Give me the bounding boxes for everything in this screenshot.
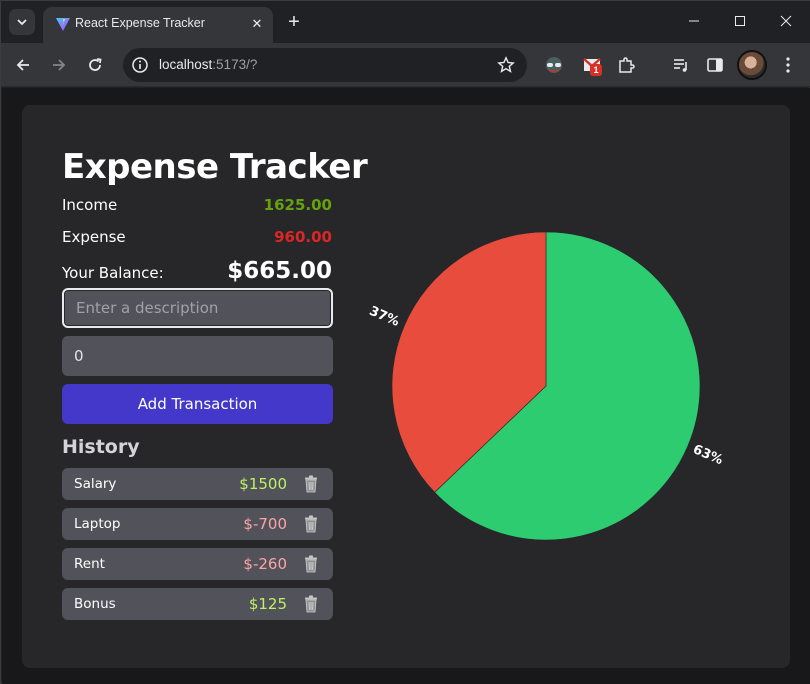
history-item-amount: $1500 [239,475,287,493]
trash-icon[interactable] [303,475,319,493]
description-placeholder: Enter a description [76,299,219,317]
trash-icon[interactable] [303,515,319,533]
address-bar[interactable]: localhost:5173/? [123,48,527,82]
minimize-icon [689,20,699,22]
forward-button[interactable] [47,53,71,77]
tab-search-button[interactable] [9,9,35,35]
history-item-description: Laptop [74,516,121,532]
history-item-amount: $-700 [243,515,287,533]
maximize-button[interactable] [717,1,763,41]
income-value: 1625.00 [263,196,332,214]
history-heading: History [62,436,140,458]
tab-strip: React Expense Tracker ✕ + [1,1,810,43]
page-viewport: Expense Tracker Income 1625.00 Expense 9… [2,88,810,684]
puzzle-icon [619,57,635,73]
amount-value: 0 [74,347,84,365]
tab-close-icon[interactable]: ✕ [247,14,267,34]
history-item: Bonus $125 [62,588,333,620]
browser-toolbar: localhost:5173/? 1 [1,43,810,87]
history-item-description: Bonus [74,596,116,612]
income-label: Income [62,196,118,214]
close-window-button[interactable] [763,1,809,41]
history-item-description: Salary [74,476,117,492]
history-item-description: Rent [74,556,105,572]
pie-label-income: 63% [691,442,726,468]
balance-label: Your Balance: [62,264,164,282]
back-button[interactable] [11,53,35,77]
more-vert-icon [786,57,790,73]
trash-icon[interactable] [303,595,319,613]
media-queue-icon [674,59,687,72]
url-text[interactable]: localhost:5173/? [159,57,257,72]
info-icon[interactable] [131,56,149,74]
expense-label: Expense [62,228,126,246]
notification-badge: 1 [590,64,602,76]
close-icon [780,15,792,27]
history-item-amount: $125 [248,595,287,613]
media-control-button[interactable] [669,53,693,77]
expense-value: 960.00 [274,228,332,246]
page-title: Expense Tracker [62,147,368,187]
tab-active[interactable]: React Expense Tracker ✕ [43,7,273,43]
spy-extension-icon [546,57,562,73]
history-item: Salary $1500 [62,468,333,500]
add-transaction-button[interactable]: Add Transaction [62,384,333,424]
maximize-icon [735,16,745,26]
balance-value: $665.00 [227,258,332,284]
chevron-down-icon [17,19,27,26]
history-item: Rent $-260 [62,548,333,580]
vite-logo-icon [56,18,70,31]
pie-label-expense: 37% [367,304,402,330]
side-panel-icon [707,58,723,72]
forward-arrow-icon [53,59,66,71]
url-path: :5173/? [212,57,258,72]
reload-button[interactable] [83,53,107,77]
income-expense-pie-chart: 63% 37% [367,231,726,541]
history-item: Laptop $-700 [62,508,333,540]
browser-window: React Expense Tracker ✕ + localhost:5173… [0,0,810,684]
extension-spy-button[interactable] [542,53,566,77]
extension-gmail-button[interactable]: 1 [580,53,604,77]
bookmark-star-icon[interactable] [497,56,515,74]
trash-icon[interactable] [303,555,319,573]
history-item-amount: $-260 [243,555,287,573]
amount-input[interactable]: 0 [62,336,333,376]
extensions-button[interactable] [614,53,638,77]
url-host: localhost [159,57,213,72]
profile-avatar[interactable] [737,50,767,80]
reload-icon [89,58,102,71]
description-input[interactable]: Enter a description [62,288,333,328]
minimize-button[interactable] [671,1,717,41]
tab-title: React Expense Tracker [75,16,205,30]
back-arrow-icon [16,59,29,71]
side-panel-button[interactable] [703,53,727,77]
expense-tracker-card: Expense Tracker Income 1625.00 Expense 9… [22,105,790,668]
browser-menu-button[interactable] [776,53,800,77]
new-tab-button[interactable]: + [283,11,305,33]
